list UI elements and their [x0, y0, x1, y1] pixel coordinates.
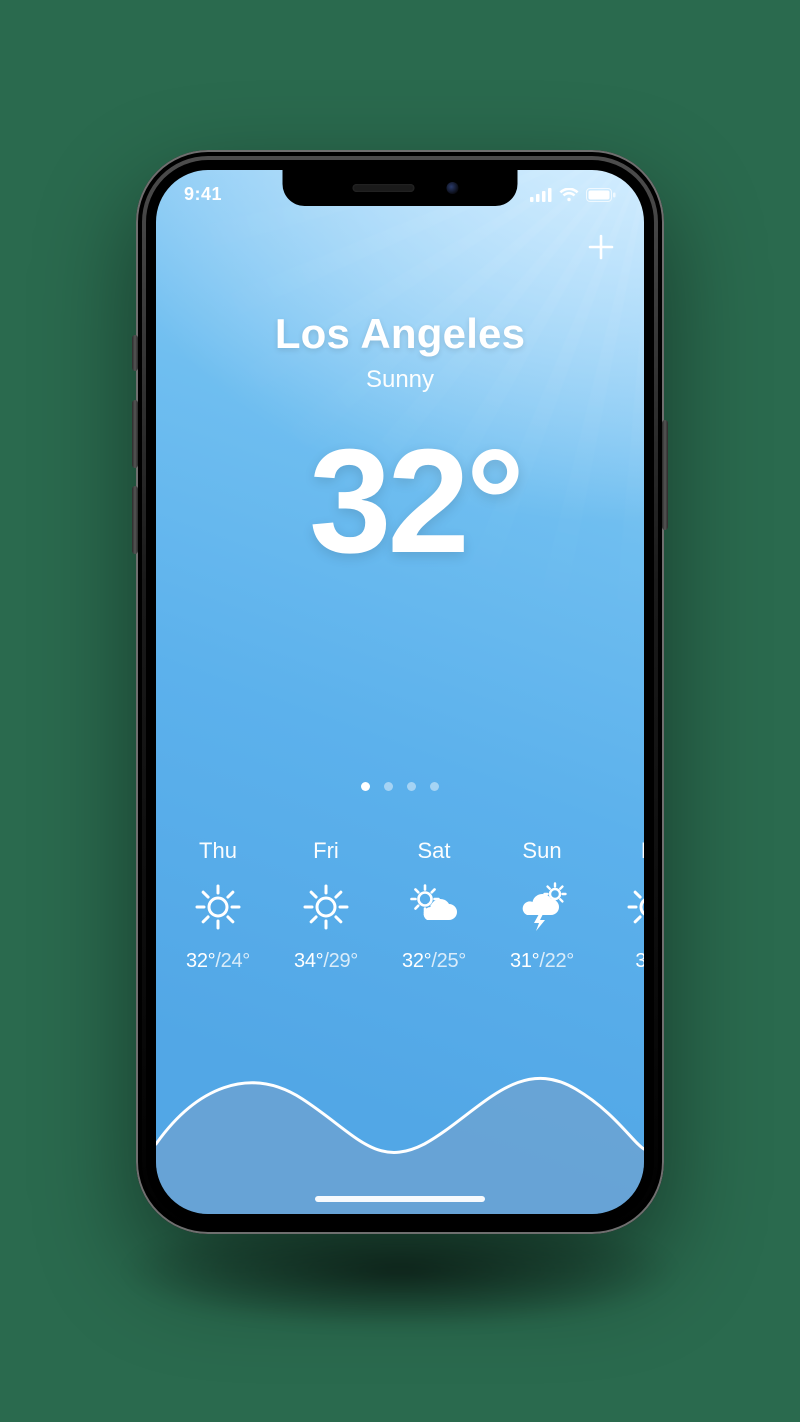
forecast-day-label: Thu	[199, 838, 237, 864]
current-weather: Los Angeles Sunny 32°	[156, 310, 644, 576]
forecast-row[interactable]: Thu 32°/24° Fri 34°/29° Sat 32°/25° Sun 31°/22°…	[156, 838, 644, 973]
partly-cloudy-icon	[407, 880, 461, 934]
sun-icon	[191, 880, 245, 934]
sun-icon	[623, 880, 644, 934]
add-location-button[interactable]	[584, 232, 618, 266]
thunderstorm-icon	[515, 880, 569, 934]
page-dot[interactable]	[407, 782, 416, 791]
device-notch	[283, 170, 518, 206]
front-camera	[446, 182, 458, 194]
page-dot[interactable]	[361, 782, 370, 791]
status-time: 9:41	[184, 184, 222, 205]
temperature-wave-chart	[156, 994, 644, 1214]
volume-up-button[interactable]	[132, 400, 138, 468]
forecast-day-temps: 32°	[635, 950, 644, 973]
forecast-day-temps: 32°/24°	[186, 950, 250, 973]
forecast-day[interactable]: Fri 34°/29°	[272, 838, 380, 973]
forecast-day[interactable]: M 32°	[596, 838, 644, 973]
page-dot[interactable]	[384, 782, 393, 791]
forecast-day-temps: 32°/25°	[402, 950, 466, 973]
forecast-day[interactable]: Thu 32°/24°	[164, 838, 272, 973]
cellular-signal-icon	[530, 188, 552, 202]
page-dot[interactable]	[430, 782, 439, 791]
power-button[interactable]	[662, 420, 668, 530]
forecast-day[interactable]: Sun 31°/22°	[488, 838, 596, 973]
earpiece-speaker	[352, 184, 414, 192]
mute-switch[interactable]	[132, 335, 138, 371]
plus-icon	[587, 233, 615, 266]
forecast-day-label: Fri	[313, 838, 339, 864]
location-name: Los Angeles	[156, 310, 644, 358]
forecast-day-temps: 34°/29°	[294, 950, 358, 973]
battery-icon	[586, 188, 616, 202]
forecast-day-label: Sat	[417, 838, 450, 864]
volume-down-button[interactable]	[132, 486, 138, 554]
condition-label: Sunny	[156, 366, 644, 394]
forecast-day[interactable]: Sat 32°/25°	[380, 838, 488, 973]
phone-frame: 9:41	[136, 150, 664, 1234]
current-temperature: 32°	[156, 428, 644, 576]
forecast-day-label: M	[641, 838, 644, 864]
wifi-icon	[559, 188, 579, 202]
weather-app-screen[interactable]: 9:41	[156, 170, 644, 1214]
page-indicator[interactable]	[156, 782, 644, 791]
home-indicator[interactable]	[315, 1196, 485, 1202]
forecast-day-label: Sun	[522, 838, 561, 864]
forecast-day-temps: 31°/22°	[510, 950, 574, 973]
sun-icon	[299, 880, 353, 934]
